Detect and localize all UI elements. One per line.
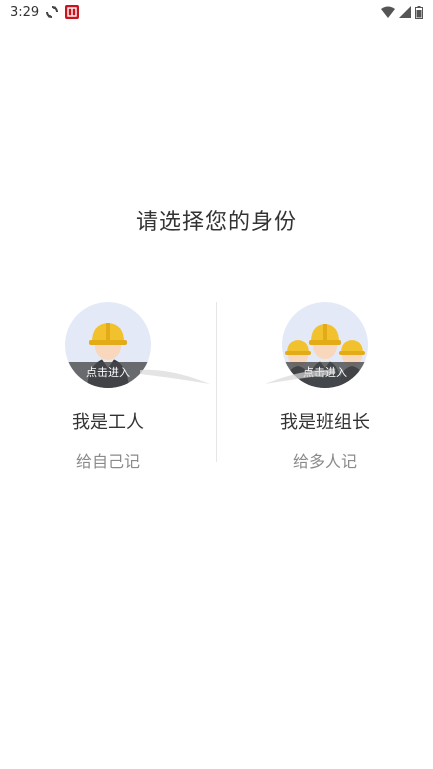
wifi-icon	[381, 6, 395, 18]
signal-icon	[399, 6, 411, 18]
battery-icon	[415, 5, 423, 19]
sync-icon	[45, 5, 59, 19]
role-subtitle: 给自己记	[75, 452, 140, 471]
enter-button[interactable]: 点击进入	[65, 362, 151, 388]
center-divider	[216, 302, 217, 462]
role-leader-card[interactable]: 点击进入 我是班组长 给多人记	[245, 302, 405, 472]
status-right	[381, 5, 423, 19]
leader-avatar[interactable]: 点击进入	[282, 302, 368, 388]
role-name: 我是班组长	[280, 412, 370, 433]
role-subtitle: 给多人记	[292, 452, 357, 471]
status-left: 3:29	[10, 4, 80, 20]
worker-avatar[interactable]: 点击进入	[65, 302, 151, 388]
page-title: 请选择您的身份	[135, 210, 297, 235]
app-notification-icon	[65, 5, 80, 19]
enter-button[interactable]: 点击进入	[282, 362, 368, 388]
role-name: 我是工人	[72, 412, 144, 433]
status-bar: 3:29	[0, 0, 433, 24]
role-worker-card[interactable]: 点击进入 我是工人 给自己记	[28, 302, 210, 472]
status-time: 3:29	[10, 4, 40, 20]
role-select-screen: 3:29 请选择您的身份 点击进入 我是工人 给自己记 点击进入 我是班组长 给…	[0, 0, 433, 769]
